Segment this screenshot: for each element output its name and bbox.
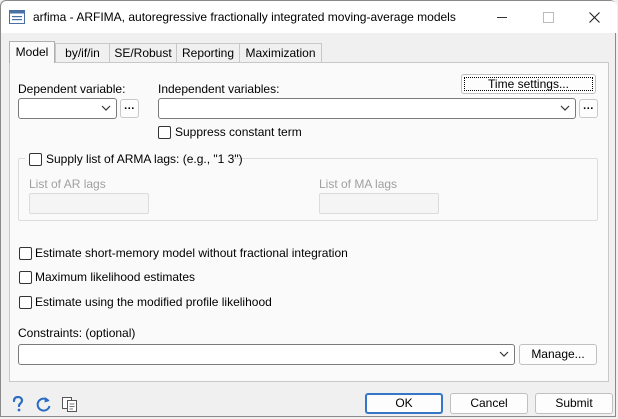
chevron-down-icon[interactable]: [498, 348, 510, 360]
reset-button[interactable]: [33, 394, 53, 414]
manage-label: Manage...: [531, 347, 585, 361]
suppress-constant-label: Suppress constant term: [175, 125, 302, 139]
help-button[interactable]: [8, 394, 28, 414]
independent-browse-button[interactable]: ...: [579, 99, 598, 118]
tab-label: by/if/in: [65, 46, 100, 60]
modified-profile-label: Estimate using the modified profile like…: [35, 295, 272, 309]
refresh-icon: [36, 396, 50, 412]
max-likelihood-label: Maximum likelihood estimates: [35, 270, 196, 284]
max-likelihood-checkbox[interactable]: [19, 271, 32, 284]
dependent-browse-button[interactable]: ...: [120, 99, 139, 118]
close-button[interactable]: [571, 1, 617, 33]
tab-maximization[interactable]: Maximization: [239, 43, 322, 62]
minimize-icon: [497, 16, 507, 18]
ma-lags-input[interactable]: [319, 193, 439, 214]
dependent-variable-combo[interactable]: [18, 98, 117, 119]
ok-button[interactable]: OK: [365, 393, 443, 414]
modified-profile-checkbox[interactable]: [19, 296, 32, 309]
tab-reporting[interactable]: Reporting: [176, 43, 240, 62]
tab-model[interactable]: Model: [9, 41, 55, 63]
dependent-variable-label: Dependent variable:: [18, 82, 126, 96]
chevron-down-icon[interactable]: [559, 102, 571, 114]
arma-group-header: Supply list of ARMA lags: (e.g., "1 3"): [25, 151, 243, 167]
submit-button[interactable]: Submit: [535, 393, 613, 414]
tab-label: SE/Robust: [114, 46, 172, 60]
ok-label: OK: [395, 396, 413, 410]
supply-arma-lags-label: Supply list of ARMA lags: (e.g., "1 3"): [46, 152, 243, 166]
help-icon: [12, 396, 24, 412]
close-icon: [588, 11, 600, 23]
constraints-combo[interactable]: [18, 344, 515, 365]
independent-variables-combo[interactable]: [158, 98, 576, 119]
browse-label: ...: [583, 100, 594, 112]
manage-button[interactable]: Manage...: [519, 344, 597, 365]
ma-lags-label: List of MA lags: [319, 177, 398, 191]
copy-command-button[interactable]: [59, 394, 81, 414]
constraints-label: Constraints: (optional): [18, 326, 136, 340]
tab-label: Model: [15, 45, 49, 59]
ar-lags-label: List of AR lags: [29, 177, 106, 191]
short-memory-checkbox[interactable]: [19, 247, 32, 260]
short-memory-label: Estimate short-memory model without frac…: [35, 246, 348, 260]
browse-label: ...: [124, 100, 135, 112]
minimize-button[interactable]: [479, 1, 525, 33]
submit-label: Submit: [555, 396, 593, 410]
tab-se-robust[interactable]: SE/Robust: [109, 43, 177, 62]
maximize-icon: [542, 11, 554, 23]
cancel-label: Cancel: [470, 396, 508, 410]
dialog-window: arfima - ARFIMA, autoregressive fraction…: [0, 0, 617, 417]
window-title: arfima - ARFIMA, autoregressive fraction…: [33, 10, 456, 24]
title-bar: arfima - ARFIMA, autoregressive fraction…: [1, 1, 617, 33]
independent-variables-label: Independent variables:: [158, 82, 280, 96]
tab-by-if-in[interactable]: by/if/in: [55, 43, 110, 62]
chevron-down-icon[interactable]: [100, 102, 112, 114]
maximize-button[interactable]: [525, 1, 571, 33]
app-icon: [9, 9, 25, 25]
time-settings-button[interactable]: Time settings...: [461, 74, 596, 94]
ar-lags-input[interactable]: [29, 193, 149, 214]
time-settings-label: Time settings...: [488, 77, 569, 91]
cancel-button[interactable]: Cancel: [450, 393, 528, 414]
supply-arma-lags-checkbox[interactable]: [29, 153, 42, 166]
tab-label: Maximization: [245, 46, 316, 60]
suppress-constant-checkbox[interactable]: [158, 126, 171, 139]
tab-label: Reporting: [181, 46, 235, 60]
copy-icon: [62, 396, 77, 412]
